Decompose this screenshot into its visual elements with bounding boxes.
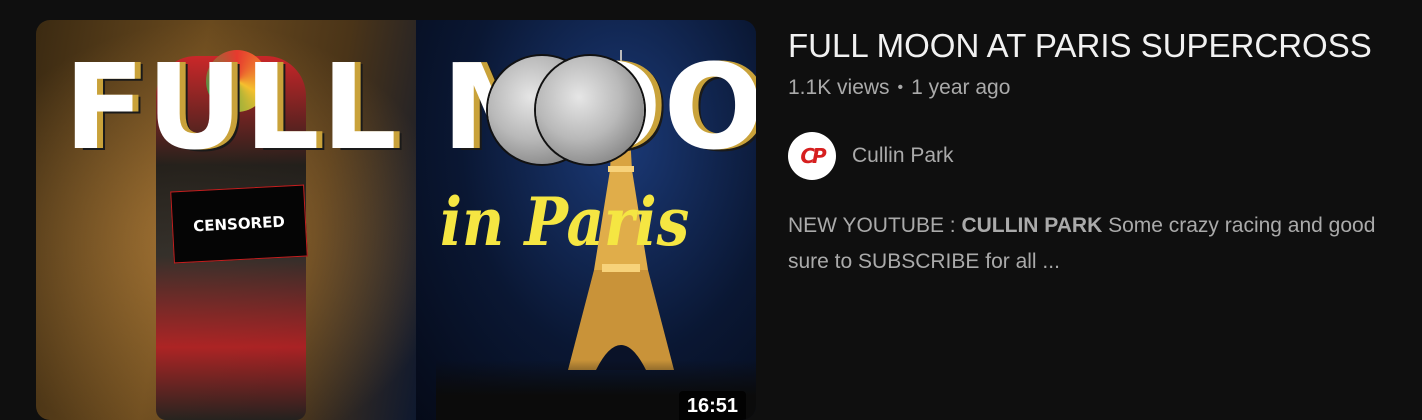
avatar-logo-text: CP bbox=[800, 144, 826, 168]
channel-avatar[interactable]: CP bbox=[788, 132, 836, 180]
moon-image bbox=[536, 56, 644, 164]
thumbnail-title-art: FULL MOON bbox=[64, 38, 756, 176]
upload-age: 1 year ago bbox=[911, 76, 1011, 99]
duration-badge: 16:51 bbox=[678, 391, 746, 420]
video-info: FULL MOON AT PARIS SUPERCROSS 1.1K views… bbox=[788, 26, 1422, 280]
description-prefix: NEW YOUTUBE : bbox=[788, 214, 962, 237]
channel-name[interactable]: Cullin Park bbox=[852, 144, 954, 168]
description-line2: sure to SUBSCRIBE for all ... bbox=[788, 250, 1060, 273]
description-bold: CULLIN PARK bbox=[961, 214, 1103, 237]
channel-row[interactable]: CP Cullin Park bbox=[788, 132, 1422, 180]
thumbnail-subtitle-art: in Paris bbox=[440, 182, 690, 262]
view-count: 1.1K views bbox=[788, 76, 890, 99]
censored-label: CENSORED bbox=[170, 184, 308, 264]
metadata-separator: • bbox=[897, 79, 904, 96]
video-thumbnail[interactable]: FULL MOON CENSORED in Paris 16:51 bbox=[36, 20, 756, 420]
video-metadata: 1.1K views • 1 year ago bbox=[788, 76, 1422, 100]
video-description-snippet: NEW YOUTUBE : CULLIN PARK Some crazy rac… bbox=[788, 208, 1422, 280]
video-title[interactable]: FULL MOON AT PARIS SUPERCROSS bbox=[788, 26, 1422, 66]
description-line1-rest: Some crazy racing and good bbox=[1102, 214, 1376, 237]
